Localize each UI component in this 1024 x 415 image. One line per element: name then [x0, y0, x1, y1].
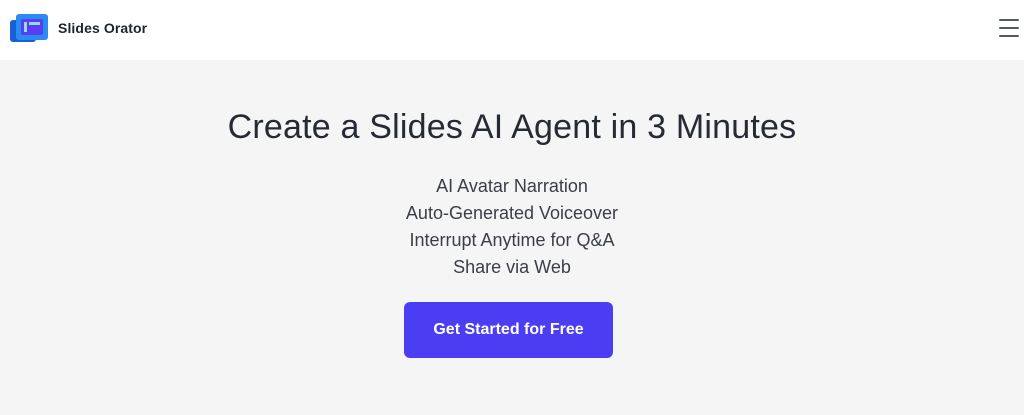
- feature-list: AI Avatar Narration Auto-Generated Voice…: [0, 173, 1024, 281]
- top-navbar: Slides Orator: [0, 0, 1024, 60]
- slides-logo-icon: [10, 14, 48, 42]
- feature-item: Share via Web: [453, 257, 571, 277]
- hamburger-menu-icon[interactable]: [997, 16, 1021, 40]
- feature-item: Auto-Generated Voiceover: [405, 203, 619, 223]
- brand-link[interactable]: Slides Orator: [10, 12, 147, 44]
- get-started-button[interactable]: Get Started for Free: [404, 302, 613, 358]
- hero-title: Create a Slides AI Agent in 3 Minutes: [227, 108, 797, 146]
- feature-item: AI Avatar Narration: [436, 176, 588, 196]
- feature-item: Interrupt Anytime for Q&A: [409, 230, 615, 250]
- hero-section: Create a Slides AI Agent in 3 Minutes AI…: [0, 60, 1024, 415]
- brand-name: Slides Orator: [58, 20, 148, 36]
